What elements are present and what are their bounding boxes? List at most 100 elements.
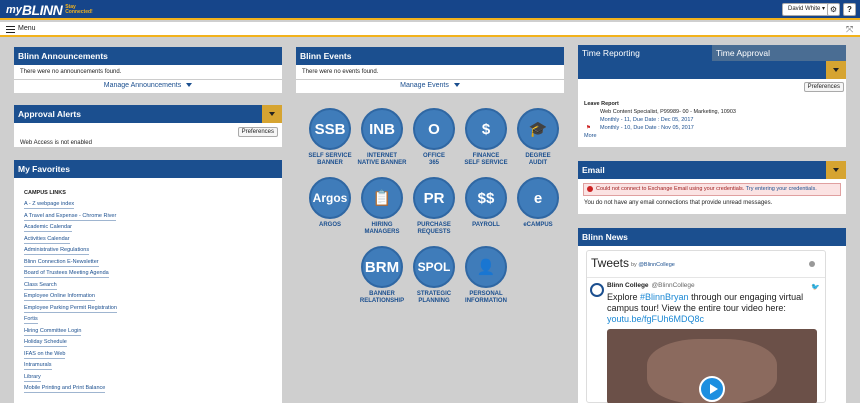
app-tile-hiring-managers[interactable]: 📋 HIRING MANAGERS bbox=[356, 177, 408, 236]
user-menu-button[interactable]: David White ▾ bbox=[782, 3, 832, 16]
tweet-author-name: Blinn College bbox=[607, 282, 649, 289]
favorite-link[interactable]: IFAS on the Web bbox=[24, 351, 66, 359]
myblinn-logo[interactable]: my BLINN Stay Connected! bbox=[6, 2, 93, 18]
app-tile-personal-information[interactable]: 👤 PERSONAL INFORMATION bbox=[460, 246, 512, 305]
approval-message: Web Access is not enabled bbox=[20, 140, 92, 146]
email-header: Email bbox=[578, 161, 846, 179]
logo-tagline: Stay Connected! bbox=[65, 4, 93, 15]
approval-alerts-title: Approval Alerts bbox=[18, 109, 81, 119]
app-tile-ecampus[interactable]: e eCAMPUS bbox=[512, 177, 564, 229]
payroll-label: PAYROLL bbox=[472, 222, 500, 228]
brm-label: BANNER RELATIONSHIP bbox=[359, 291, 405, 304]
favorite-link[interactable]: Academic Calendar bbox=[24, 224, 72, 232]
app-tile-inb[interactable]: INB INTERNET NATIVE BANNER bbox=[356, 108, 408, 167]
leave-entry-1[interactable]: Monthly - 11, Due Date : Dec 05, 2017 bbox=[584, 116, 840, 124]
leave-position: Web Content Specialist, P99989- 00 - Mar… bbox=[600, 109, 736, 115]
favorite-link[interactable]: Activities Calendar bbox=[24, 236, 70, 244]
manage-events-link[interactable]: Manage Events bbox=[296, 79, 564, 91]
tweet-author[interactable]: Blinn College @BlinnCollege bbox=[607, 282, 695, 289]
caret-down-icon bbox=[453, 83, 460, 88]
flag-icon: ⚑ bbox=[586, 125, 591, 131]
finance-label: FINANCE SELF SERVICE bbox=[464, 153, 508, 166]
app-tile-finance[interactable]: $ FINANCE SELF SERVICE bbox=[460, 108, 512, 167]
approval-dropdown-button[interactable] bbox=[262, 105, 282, 123]
favorite-link[interactable]: Employee Online Information bbox=[24, 293, 95, 301]
approval-alerts-header: Approval Alerts bbox=[14, 105, 282, 123]
hiring-managers-icon: 📋 bbox=[361, 177, 403, 219]
favorite-link[interactable]: Hiring Committee Login bbox=[24, 328, 82, 336]
leave-report-title: Leave Report bbox=[584, 101, 619, 107]
favorite-link[interactable]: Class Search bbox=[24, 282, 57, 290]
tweet-text-pre: Explore bbox=[607, 292, 641, 302]
app-tile-argos[interactable]: Argos ARGOS bbox=[304, 177, 356, 229]
time-tabs: Time Reporting Time Approval bbox=[578, 45, 846, 61]
degree-audit-label: DEGREE AUDIT bbox=[525, 153, 551, 166]
approval-alerts-panel: Approval Alerts Preferences Web Access i… bbox=[14, 105, 282, 147]
favorite-link[interactable]: Intramurals bbox=[24, 362, 52, 370]
favorite-link[interactable]: Fortis bbox=[24, 316, 38, 324]
favorite-link[interactable]: Mobile Printing and Print Balance bbox=[24, 385, 106, 393]
degree-audit-icon: 🎓 bbox=[517, 108, 559, 150]
tweets-widget[interactable]: Tweets by @BlinnCollege Blinn College @Bl… bbox=[586, 250, 826, 403]
logo-my: my bbox=[6, 4, 22, 16]
app-tile-office-365[interactable]: O OFFICE 365 bbox=[408, 108, 460, 167]
menu-label[interactable]: Menu bbox=[18, 25, 36, 32]
manage-announcements-label: Manage Announcements bbox=[103, 82, 182, 89]
app-tile-purchase-requests[interactable]: PR PURCHASE REQUESTS bbox=[408, 177, 460, 236]
tab-time-approval[interactable]: Time Approval bbox=[712, 45, 846, 61]
favorites-title: My Favorites bbox=[14, 160, 282, 178]
app-tile-degree-audit[interactable]: 🎓 DEGREE AUDIT bbox=[512, 108, 564, 167]
favorites-panel: My Favorites CAMPUS LINKS A - Z webpage … bbox=[14, 160, 282, 403]
favorite-link[interactable]: Library bbox=[24, 374, 41, 382]
leave-entry-2[interactable]: Monthly - 10, Due Date : Nov 05, 2017 bbox=[600, 125, 694, 131]
gear-icon[interactable]: ⚙ bbox=[827, 3, 840, 16]
play-icon[interactable] bbox=[699, 376, 725, 402]
app-tile-payroll[interactable]: $$ PAYROLL bbox=[460, 177, 512, 229]
email-title: Email bbox=[582, 165, 605, 175]
tweets-by-label: by bbox=[631, 262, 637, 268]
events-title: Blinn Events bbox=[296, 47, 564, 65]
favorite-link[interactable]: Board of Trustees Meeting Agenda bbox=[24, 270, 109, 278]
enter-credentials-link[interactable]: Try entering your credentials. bbox=[746, 186, 817, 192]
time-dropdown-button[interactable] bbox=[826, 61, 846, 79]
personal-information-icon: 👤 bbox=[465, 246, 507, 288]
manage-announcements-link[interactable]: Manage Announcements bbox=[14, 79, 282, 91]
app-tile-brm[interactable]: BRM BANNER RELATIONSHIP bbox=[356, 246, 408, 305]
tweet-video-thumbnail[interactable] bbox=[607, 329, 817, 403]
brm-icon: BRM bbox=[361, 246, 403, 288]
favorite-link[interactable]: A - Z webpage index bbox=[24, 201, 75, 209]
hamburger-menu-icon[interactable] bbox=[6, 26, 15, 33]
avatar[interactable] bbox=[590, 283, 604, 297]
ssb-label: SELF SERVICE BANNER bbox=[308, 153, 352, 166]
manage-events-label: Manage Events bbox=[400, 82, 449, 89]
twitter-bird-icon: 🐦 bbox=[811, 284, 820, 291]
spol-icon: SPOL bbox=[413, 246, 455, 288]
time-reporting-panel: Preferences Leave Report Web Content Spe… bbox=[578, 61, 846, 147]
more-link[interactable]: More bbox=[584, 132, 840, 140]
menu-bar: Menu ⤧ bbox=[0, 22, 860, 37]
tab-time-reporting[interactable]: Time Reporting bbox=[578, 45, 712, 61]
favorite-link[interactable]: Administrative Regulations bbox=[24, 247, 90, 255]
app-tile-spol[interactable]: SPOL STRATEGIC PLANNING bbox=[408, 246, 460, 305]
help-button[interactable]: ? bbox=[843, 3, 856, 16]
time-preferences-button[interactable]: Preferences bbox=[803, 82, 844, 92]
tweets-handle-link[interactable]: @BlinnCollege bbox=[638, 262, 674, 268]
app-tile-ssb[interactable]: SSB SELF SERVICE BANNER bbox=[304, 108, 356, 167]
favorite-link[interactable]: Blinn Connection E-Newsletter bbox=[24, 259, 99, 267]
spol-label: STRATEGIC PLANNING bbox=[416, 291, 452, 304]
collapse-expand-icon[interactable]: ⤧ bbox=[846, 24, 853, 35]
info-icon[interactable] bbox=[809, 261, 815, 267]
favorite-link[interactable]: Employee Parking Permit Registration bbox=[24, 305, 117, 313]
email-dropdown-button[interactable] bbox=[826, 161, 846, 179]
leave-report: Leave Report Web Content Specialist, P99… bbox=[578, 97, 846, 143]
preferences-button[interactable]: Preferences bbox=[237, 127, 278, 137]
announcements-message: There were no announcements found. bbox=[20, 69, 122, 75]
office-365-icon: O bbox=[413, 108, 455, 150]
finance-icon: $ bbox=[465, 108, 507, 150]
tweet-url-link[interactable]: youtu.be/fgFUh6MDQ8c bbox=[607, 314, 704, 324]
favorite-link[interactable]: A Travel and Expense - Chrome River bbox=[24, 213, 117, 221]
favorite-link[interactable]: Holiday Schedule bbox=[24, 339, 67, 347]
tweet-hashtag-link[interactable]: #BlinnBryan bbox=[640, 292, 689, 302]
payroll-icon: $$ bbox=[465, 177, 507, 219]
logo-blinn: BLINN bbox=[21, 2, 63, 18]
